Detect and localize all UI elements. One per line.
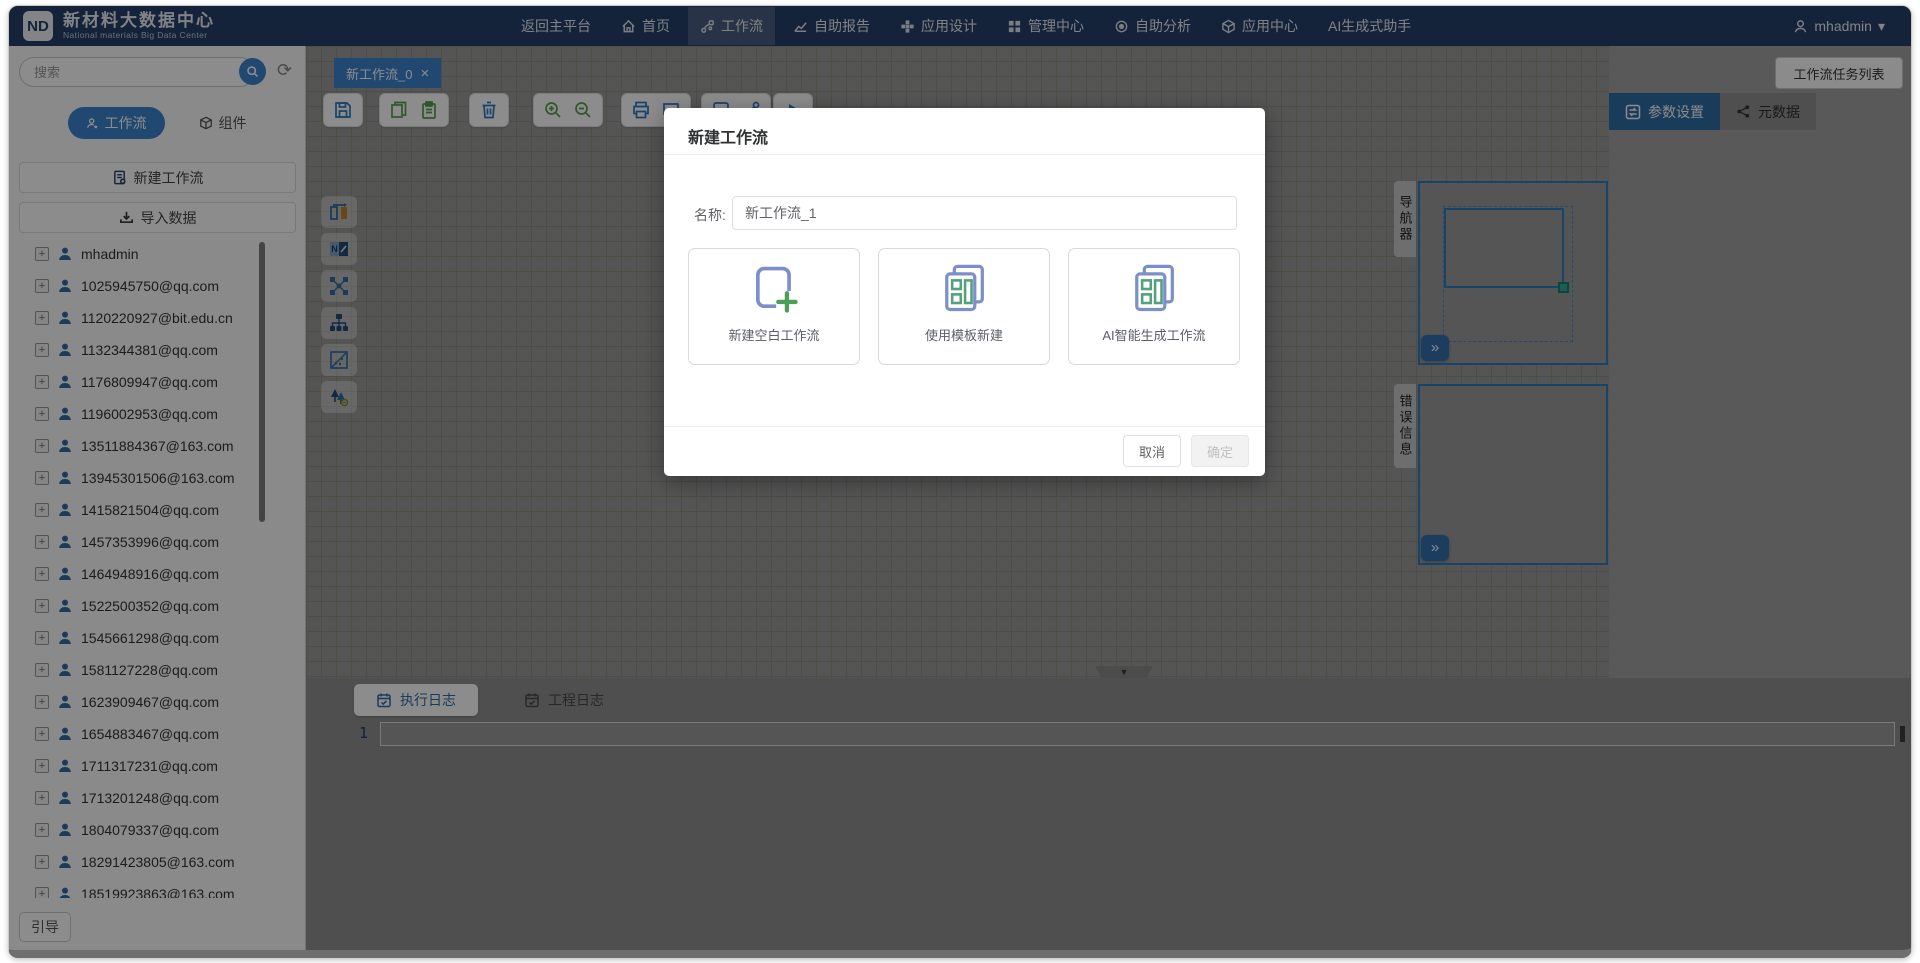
option-template-workflow[interactable]: 使用模板新建 bbox=[878, 248, 1050, 365]
ai-generate-icon bbox=[1126, 261, 1182, 317]
cancel-button[interactable]: 取消 bbox=[1123, 435, 1181, 467]
confirm-button[interactable]: 确定 bbox=[1191, 435, 1249, 467]
new-workflow-dialog: 新建工作流 名称: 新建空白工作流 使用模板新建 bbox=[664, 108, 1265, 476]
blank-workflow-icon bbox=[746, 261, 802, 317]
template-icon bbox=[936, 261, 992, 317]
app-window: ND 新材料大数据中心 National materials Big Data … bbox=[8, 5, 1912, 958]
name-label: 名称: bbox=[694, 205, 726, 225]
dialog-header-divider bbox=[664, 154, 1265, 155]
dialog-title: 新建工作流 bbox=[688, 124, 768, 148]
option-blank-workflow[interactable]: 新建空白工作流 bbox=[688, 248, 860, 365]
workflow-name-input[interactable] bbox=[732, 196, 1237, 230]
dialog-footer-divider bbox=[664, 426, 1265, 427]
option-ai-workflow[interactable]: AI智能生成工作流 bbox=[1068, 248, 1240, 365]
